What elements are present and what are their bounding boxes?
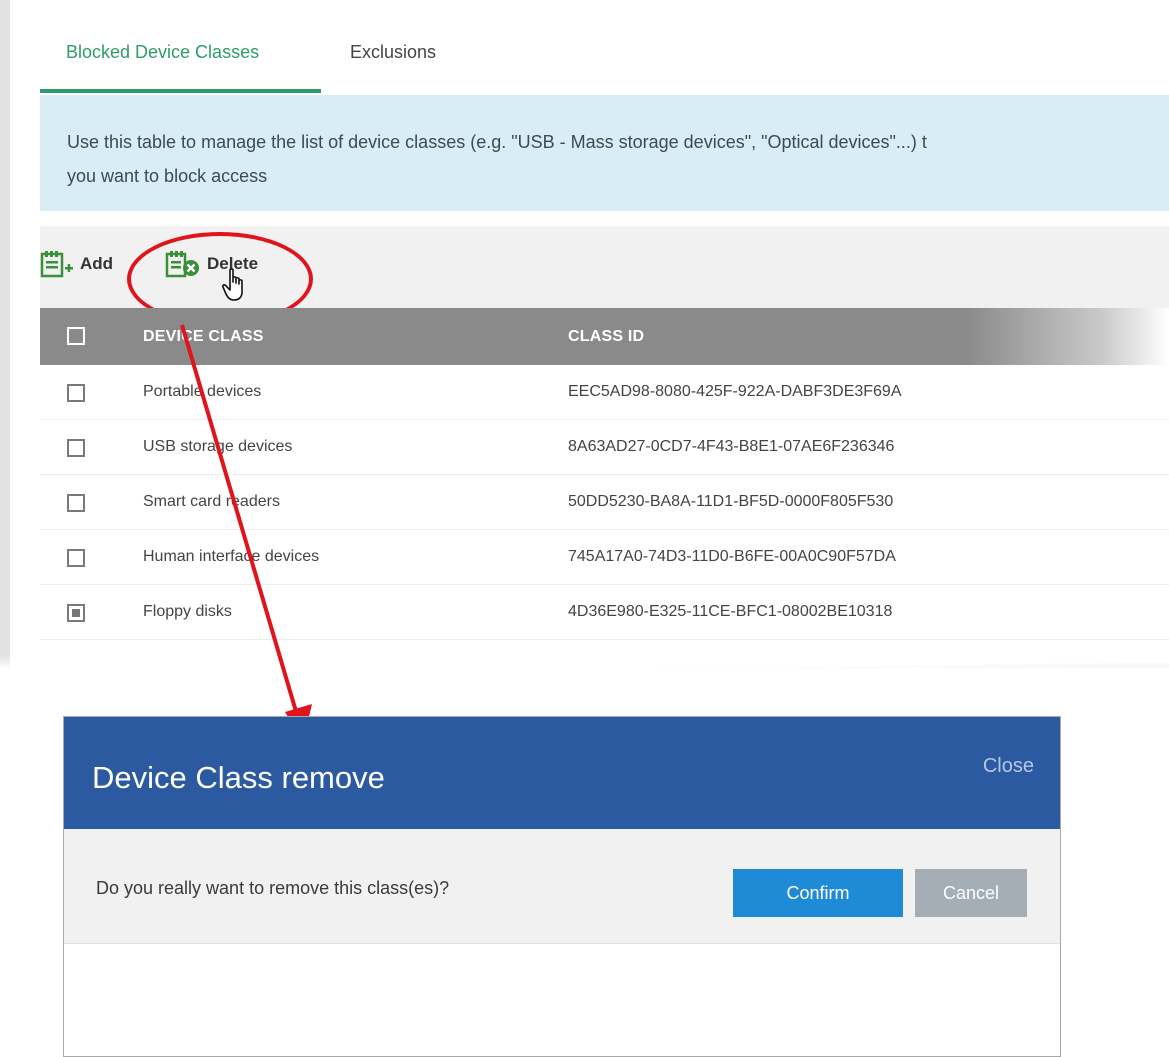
column-header-class-id[interactable]: CLASS ID	[568, 328, 644, 346]
class-id-cell: 50DD5230-BA8A-11D1-BF5D-0000F805F530	[568, 493, 894, 510]
row-checkbox[interactable]	[67, 494, 85, 512]
device-class-cell: Portable devices	[143, 383, 262, 400]
tab-blocked-device-classes[interactable]: Blocked Device Classes	[66, 42, 259, 63]
class-id-cell: 8A63AD27-0CD7-4F43-B8E1-07AE6F236346	[568, 438, 895, 455]
active-tab-indicator	[40, 89, 321, 93]
dialog-title: Device Class remove	[92, 760, 385, 795]
device-control-panel: Blocked Device Classes Exclusions Use th…	[0, 0, 1169, 690]
tab-exclusions[interactable]: Exclusions	[350, 42, 436, 63]
dialog-close-link[interactable]: Close	[983, 755, 1034, 778]
device-class-cell: Human interface devices	[143, 548, 320, 565]
table-row[interactable]: Portable devices EEC5AD98-8080-425F-922A-…	[40, 365, 1169, 420]
add-list-icon	[40, 249, 74, 279]
add-button-label: Add	[80, 254, 114, 273]
hand-pointer-cursor-icon	[222, 268, 250, 307]
info-text-line-1: Use this table to manage the list of dev…	[67, 132, 927, 152]
torn-edge	[0, 655, 1169, 690]
cancel-button[interactable]: Cancel	[915, 869, 1027, 917]
info-message-box: Use this table to manage the list of dev…	[40, 95, 1169, 211]
table-row[interactable]: Smart card readers 50DD5230-BA8A-11D1-BF5…	[40, 475, 1169, 530]
table-row[interactable]: Floppy disks 4D36E980-E325-11CE-BFC1-0800…	[40, 585, 1169, 640]
class-id-cell: EEC5AD98-8080-425F-922A-DABF3DE3F69A	[568, 383, 902, 400]
add-button[interactable]: Add	[40, 248, 113, 280]
dialog-header: Device Class remove Close	[64, 717, 1060, 829]
row-checkbox[interactable]	[67, 604, 85, 622]
left-edge-strip	[0, 0, 10, 670]
column-header-device-class[interactable]: DEVICE CLASS	[143, 328, 264, 346]
dialog-message: Do you really want to remove this class(…	[96, 878, 450, 898]
device-class-cell: Smart card readers	[143, 493, 280, 510]
device-class-cell: Floppy disks	[143, 603, 232, 620]
device-class-remove-dialog: Device Class remove Close Do you really …	[63, 716, 1061, 1057]
info-text-line-2: you want to block access	[67, 166, 268, 186]
device-class-cell: USB storage devices	[143, 438, 293, 455]
tab-bar: Blocked Device Classes Exclusions	[40, 0, 1169, 93]
class-id-cell: 4D36E980-E325-11CE-BFC1-08002BE10318	[568, 603, 893, 620]
row-checkbox[interactable]	[67, 439, 85, 457]
row-checkbox[interactable]	[67, 384, 85, 402]
select-all-checkbox[interactable]	[67, 327, 85, 345]
confirm-button[interactable]: Confirm	[733, 869, 903, 917]
table-header: DEVICE CLASS CLASS ID	[40, 308, 1169, 365]
table-row[interactable]: USB storage devices 8A63AD27-0CD7-4F43-B8…	[40, 420, 1169, 475]
row-checkbox[interactable]	[67, 549, 85, 567]
dialog-body: Do you really want to remove this class(…	[64, 829, 1060, 944]
class-id-cell: 745A17A0-74D3-11D0-B6FE-00A0C90F57DA	[568, 548, 896, 565]
table-row[interactable]: Human interface devices 745A17A0-74D3-11D…	[40, 530, 1169, 585]
